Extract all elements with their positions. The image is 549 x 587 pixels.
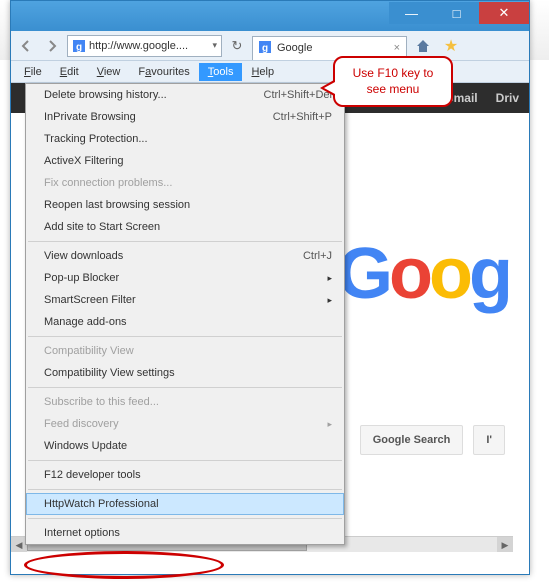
scroll-right-icon[interactable]: ▶ <box>497 537 513 552</box>
menu-fix-connection: Fix connection problems... <box>26 172 344 194</box>
close-button[interactable]: ✕ <box>479 2 529 24</box>
menu-compat-view: Compatibility View <box>26 340 344 362</box>
menu-file[interactable]: File <box>15 63 51 81</box>
tools-dropdown-menu: Delete browsing history...Ctrl+Shift+Del… <box>25 83 345 545</box>
menu-popup-blocker[interactable]: Pop-up Blocker▸ <box>26 267 344 289</box>
address-bar: g http://www.google.... ▾ ↻ g Google × ★ <box>11 31 529 61</box>
google-favicon-icon: g <box>72 39 86 53</box>
feeling-lucky-button[interactable]: I' <box>473 425 505 455</box>
menu-inprivate[interactable]: InPrivate BrowsingCtrl+Shift+P <box>26 106 344 128</box>
menu-windows-update[interactable]: Windows Update <box>26 435 344 457</box>
menu-separator <box>28 336 342 337</box>
url-dropdown-icon[interactable]: ▾ <box>212 40 217 51</box>
svg-text:g: g <box>76 42 82 52</box>
menu-tracking-protection[interactable]: Tracking Protection... <box>26 128 344 150</box>
menu-f12-tools[interactable]: F12 developer tools <box>26 464 344 486</box>
menu-compat-settings[interactable]: Compatibility View settings <box>26 362 344 384</box>
titlebar[interactable]: — □ ✕ <box>11 1 529 31</box>
chevron-right-icon: ▸ <box>327 419 332 430</box>
forward-button[interactable] <box>41 35 63 57</box>
url-text: http://www.google.... <box>89 40 188 52</box>
menu-edit[interactable]: Edit <box>51 63 88 81</box>
svg-text:g: g <box>262 43 268 53</box>
callout-pointer-inner <box>324 82 335 94</box>
address-input[interactable]: g http://www.google.... ▾ <box>67 35 222 57</box>
tab-title: Google <box>277 42 312 54</box>
chevron-right-icon: ▸ <box>327 273 332 284</box>
nav-drive[interactable]: Driv <box>496 91 519 105</box>
menu-reopen-session[interactable]: Reopen last browsing session <box>26 194 344 216</box>
menu-subscribe-feed: Subscribe to this feed... <box>26 391 344 413</box>
menu-separator <box>28 518 342 519</box>
home-button[interactable] <box>411 34 435 58</box>
highlight-ring-annotation <box>24 551 224 579</box>
refresh-button[interactable]: ↻ <box>226 35 248 57</box>
chevron-right-icon: ▸ <box>327 295 332 306</box>
google-search-button[interactable]: Google Search <box>360 425 464 455</box>
menu-view[interactable]: View <box>88 63 130 81</box>
menu-activex-filtering[interactable]: ActiveX Filtering <box>26 150 344 172</box>
tab-close-icon[interactable]: × <box>394 42 400 54</box>
back-button[interactable] <box>15 35 37 57</box>
minimize-button[interactable]: — <box>389 2 434 24</box>
menu-internet-options[interactable]: Internet options <box>26 522 344 544</box>
menu-manage-addons[interactable]: Manage add-ons <box>26 311 344 333</box>
menu-favourites[interactable]: Favourites <box>129 63 198 81</box>
favorites-button[interactable]: ★ <box>439 34 463 58</box>
menu-separator <box>28 387 342 388</box>
menu-separator <box>28 489 342 490</box>
menu-help[interactable]: Help <box>242 63 283 81</box>
menu-feed-discovery: Feed discovery▸ <box>26 413 344 435</box>
callout-annotation: Use F10 key to see menu <box>333 56 453 107</box>
menu-tools[interactable]: Tools <box>199 63 243 81</box>
menu-view-downloads[interactable]: View downloadsCtrl+J <box>26 245 344 267</box>
menu-delete-history[interactable]: Delete browsing history...Ctrl+Shift+Del <box>26 84 344 106</box>
tab-favicon-icon: g <box>259 41 273 55</box>
menu-httpwatch[interactable]: HttpWatch Professional <box>26 493 344 515</box>
menu-add-start-screen[interactable]: Add site to Start Screen <box>26 216 344 238</box>
menu-separator <box>28 241 342 242</box>
maximize-button[interactable]: □ <box>434 2 479 24</box>
menu-separator <box>28 460 342 461</box>
menu-smartscreen[interactable]: SmartScreen Filter▸ <box>26 289 344 311</box>
